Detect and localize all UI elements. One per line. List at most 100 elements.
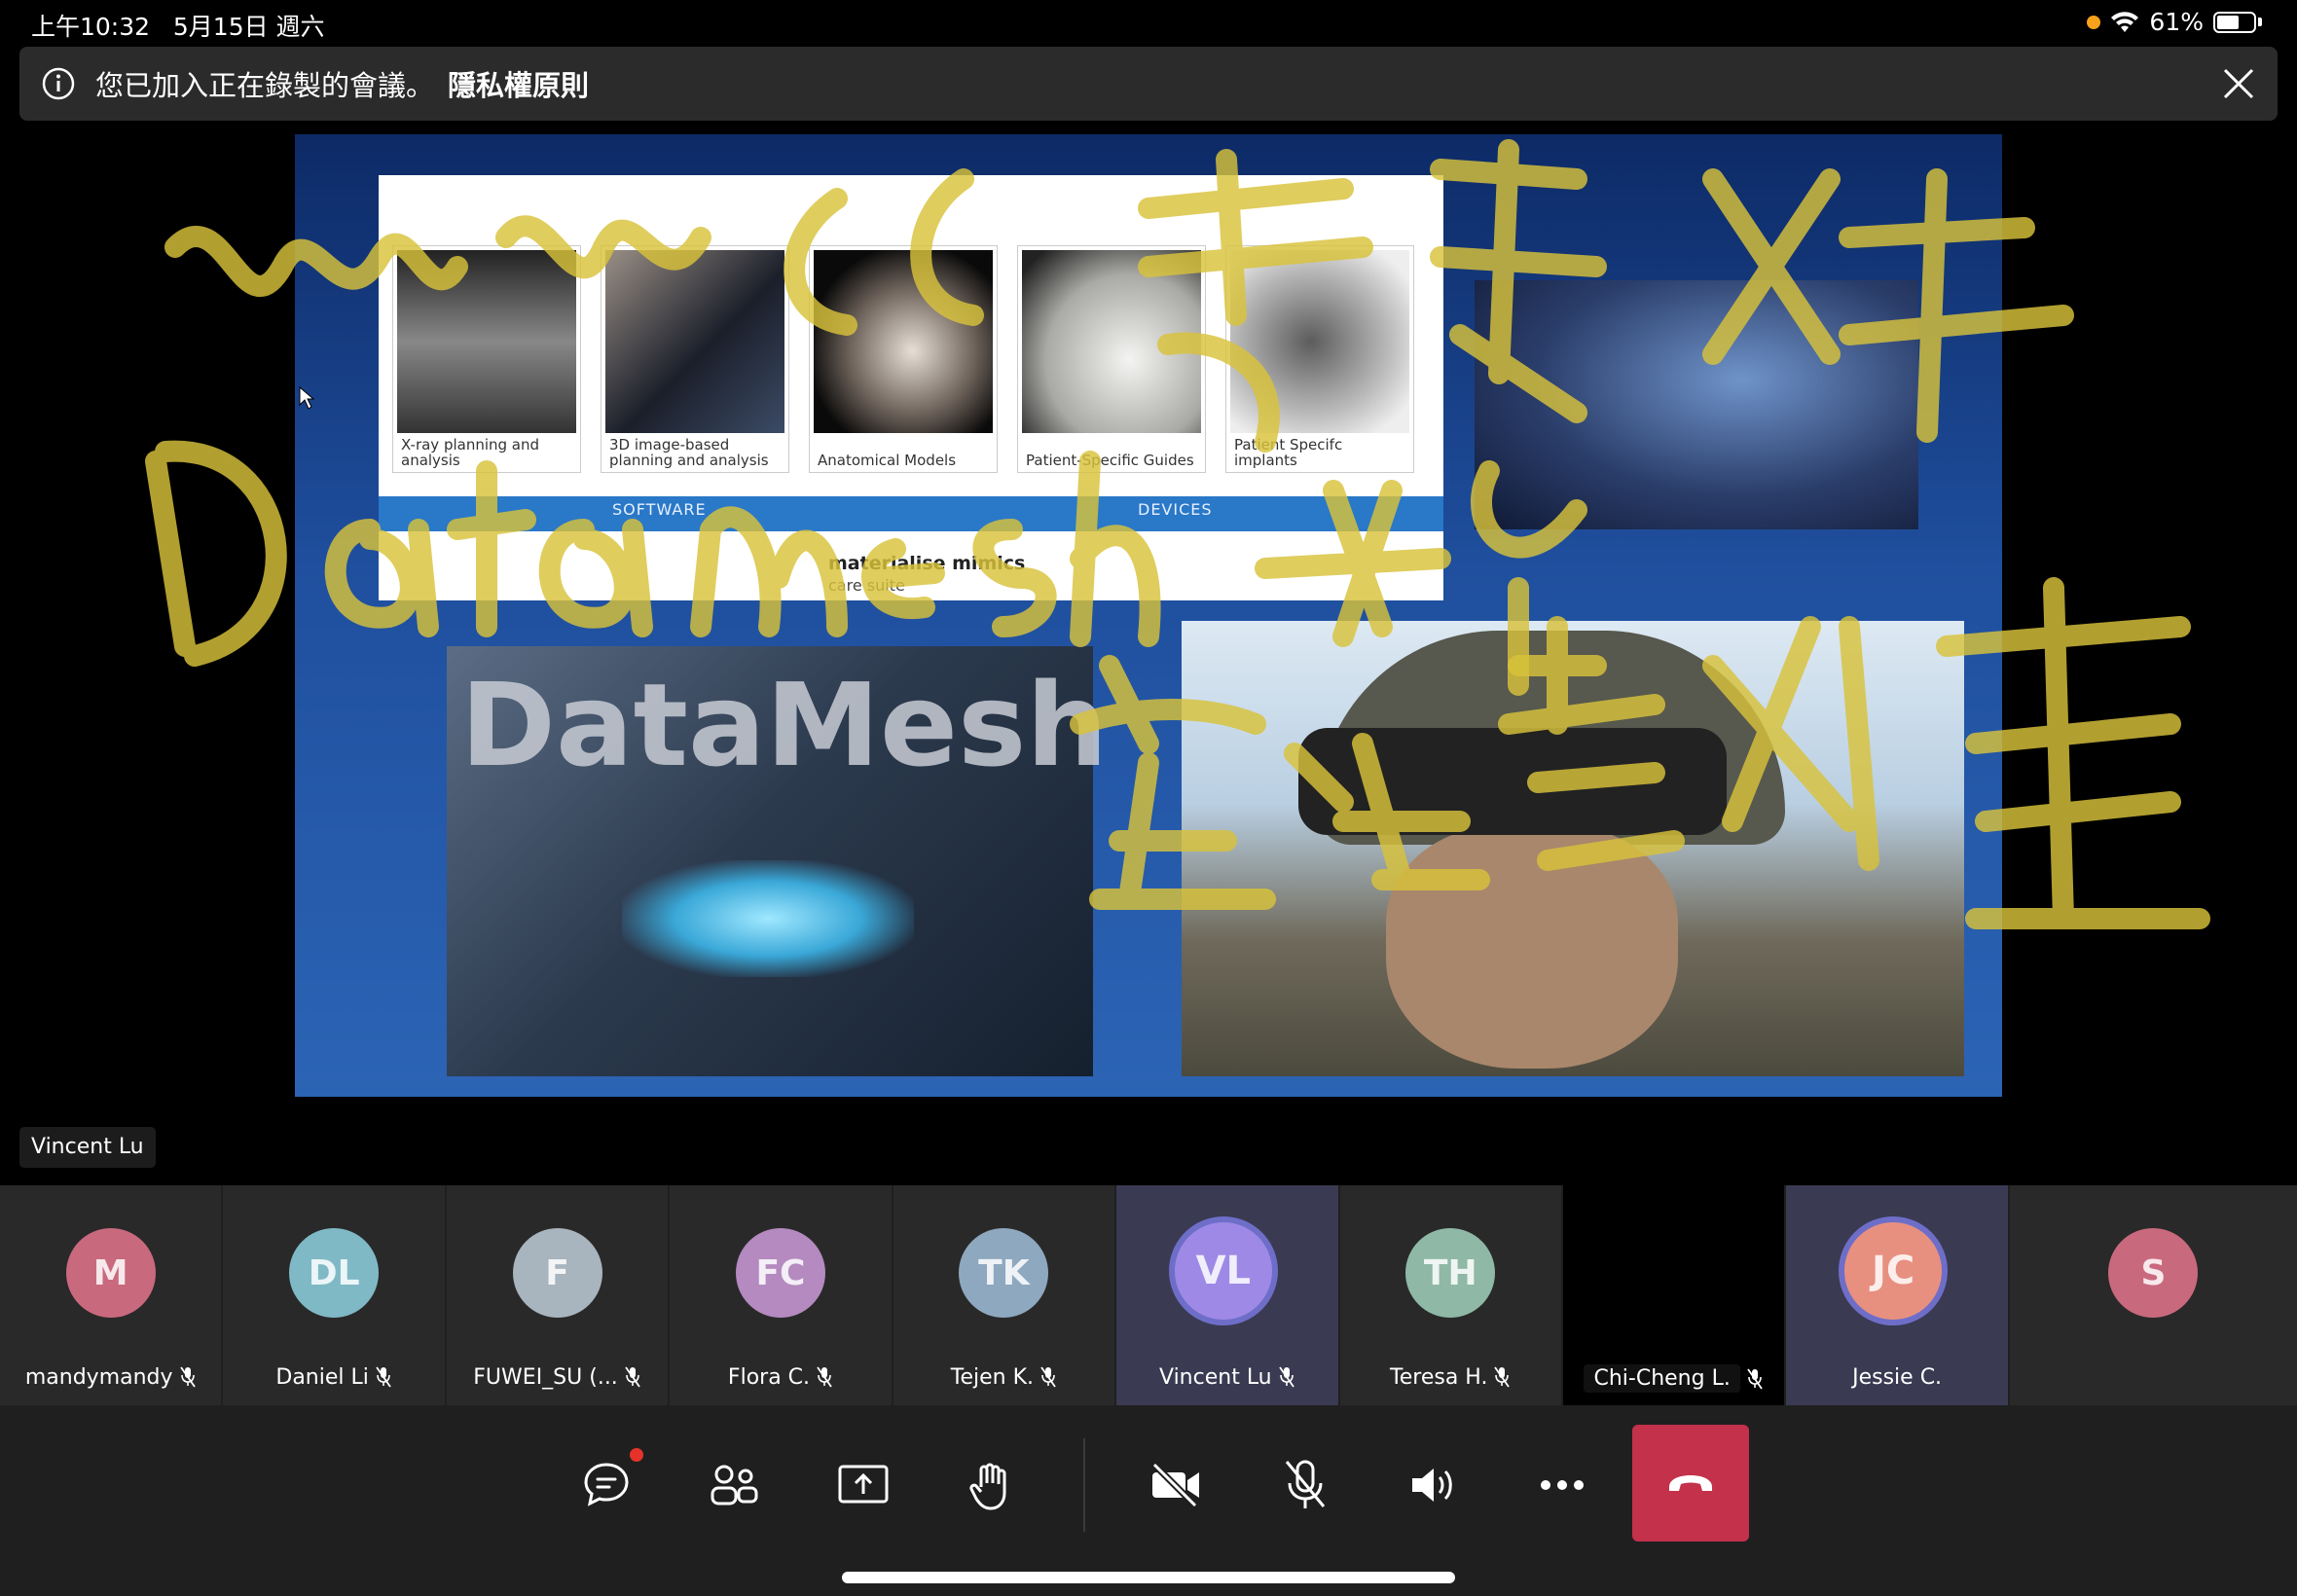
avatar: M <box>65 1228 156 1318</box>
battery-icon <box>2213 11 2256 33</box>
mouse-cursor-icon <box>299 385 315 410</box>
participant-name-row: Jessie C. <box>1786 1364 2007 1390</box>
participant-tile[interactable]: VL Vincent Lu <box>1116 1185 1338 1405</box>
participants-button[interactable] <box>676 1427 793 1543</box>
participant-name: Teresa H. <box>1390 1364 1488 1390</box>
recording-banner: 您已加入正在錄製的會議。 隱私權原則 <box>19 47 2278 121</box>
participant-tile[interactable]: S <box>2009 1185 2297 1405</box>
chat-button[interactable] <box>548 1427 665 1543</box>
participant-tile[interactable]: Chi-Cheng L. <box>1562 1185 1785 1405</box>
avatar: TK <box>959 1228 1049 1318</box>
participant-name: FUWEI_SU (... <box>473 1364 618 1390</box>
datamesh-photo: DataMesh <box>447 646 1108 1076</box>
participant-name: Tejen K. <box>950 1364 1035 1390</box>
more-icon <box>1541 1480 1584 1490</box>
xray-image <box>397 250 576 433</box>
mic-toggle-button[interactable] <box>1247 1427 1364 1543</box>
raise-hand-button[interactable] <box>933 1427 1050 1543</box>
status-bar: 上午10:32 5月15日 週六 61% <box>0 0 2297 47</box>
banner-message: 您已加入正在錄製的會議。 <box>95 69 435 102</box>
slide-tile: Anatomical Models <box>809 245 998 473</box>
avatar: VL <box>1168 1216 1278 1325</box>
wifi-icon <box>2111 11 2139 32</box>
participant-name-row: Chi-Cheng L. <box>1563 1364 1784 1393</box>
close-icon[interactable] <box>2219 64 2258 103</box>
camera-toggle-button[interactable] <box>1117 1427 1234 1543</box>
share-screen-button[interactable] <box>805 1427 922 1543</box>
ar-visor <box>1298 728 1727 835</box>
chat-icon <box>584 1463 629 1506</box>
battery-percent: 61% <box>2149 8 2204 36</box>
participant-name-row: FUWEI_SU (... <box>447 1364 668 1390</box>
participant-name: Chi-Cheng L. <box>1584 1364 1740 1393</box>
hologram-engine <box>622 860 914 977</box>
participants-icon <box>711 1465 758 1505</box>
more-options-button[interactable] <box>1504 1427 1621 1543</box>
slide-tile: Patient Specifc implants <box>1225 245 1414 473</box>
materialise-panel: X-ray planning and analysis 3D image-bas… <box>379 175 1443 600</box>
participant-tile[interactable]: F FUWEI_SU (... <box>446 1185 669 1405</box>
muted-mic-icon <box>1494 1366 1511 1388</box>
info-icon <box>42 67 75 100</box>
avatar: F <box>512 1228 602 1318</box>
slide-tile: 3D image-based planning and analysis <box>601 245 789 473</box>
call-toolbar <box>0 1409 2297 1596</box>
participant-tile[interactable]: JC Jessie C. <box>1786 1185 2008 1405</box>
devices-label: DEVICES <box>1138 500 1213 519</box>
tile-caption: Patient Specifc implants <box>1234 436 1343 469</box>
speaker-button[interactable] <box>1375 1427 1492 1543</box>
brand-subtitle: care suite <box>828 576 905 595</box>
software-label: SOFTWARE <box>612 500 707 519</box>
muted-mic-icon <box>1040 1366 1056 1388</box>
participant-tile[interactable]: TK Tejen K. <box>893 1185 1115 1405</box>
tile-caption: 3D image-based planning and analysis <box>609 436 769 469</box>
participant-name: Vincent Lu <box>1159 1364 1272 1390</box>
avatar: JC <box>1839 1216 1949 1325</box>
participants-strip[interactable]: Mmandymandy DL Daniel Li F FUWEI_SU (... FC Fl… <box>0 1185 2297 1409</box>
tile-caption: X-ray planning and analysis <box>401 436 540 469</box>
presentation-slide: X-ray planning and analysis 3D image-bas… <box>295 134 2002 1097</box>
hang-up-icon <box>1669 1475 1712 1491</box>
avatar: FC <box>735 1228 825 1318</box>
participant-name-row: Flora C. <box>670 1364 891 1390</box>
datamesh-logo-text: DataMesh <box>460 658 1109 792</box>
shared-screen: X-ray planning and analysis 3D image-bas… <box>0 121 2297 1185</box>
avatar: S <box>2108 1228 2199 1318</box>
mic-off-icon <box>1285 1460 1326 1508</box>
participant-tile[interactable]: Mmandymandy <box>0 1185 222 1405</box>
privacy-policy-link[interactable]: 隱私權原則 <box>448 63 589 104</box>
participant-tile[interactable]: TH Teresa H. <box>1339 1185 1561 1405</box>
home-indicator[interactable] <box>842 1572 1455 1583</box>
clock-time: 上午10:32 <box>31 13 151 41</box>
mic-in-use-indicator-icon <box>2087 15 2101 29</box>
status-indicators: 61% <box>2087 8 2262 36</box>
battery-cap <box>2258 18 2262 26</box>
brand-name: materialise mimics <box>828 553 1026 574</box>
muted-mic-icon <box>1747 1367 1763 1390</box>
participant-name-row: Tejen K. <box>893 1364 1114 1390</box>
tile-caption: Anatomical Models <box>818 452 957 469</box>
guide-image <box>1022 250 1201 433</box>
participant-name: mandymandy <box>24 1364 173 1390</box>
participant-name: Flora C. <box>727 1364 811 1390</box>
slide-tile: Patient-Specific Guides <box>1017 245 1206 473</box>
heart-model-image <box>814 250 993 433</box>
unread-badge <box>630 1448 643 1462</box>
speaker-icon <box>1412 1469 1452 1502</box>
muted-mic-icon <box>376 1366 391 1388</box>
participant-tile[interactable]: DL Daniel Li <box>223 1185 445 1405</box>
muted-mic-icon <box>1278 1366 1294 1388</box>
hang-up-button[interactable] <box>1632 1425 1749 1542</box>
avatar: TH <box>1405 1228 1496 1318</box>
raise-hand-icon <box>969 1463 1006 1510</box>
tile-caption: Patient-Specific Guides <box>1026 452 1194 469</box>
muted-mic-icon <box>625 1366 640 1388</box>
participant-name-row: Vincent Lu <box>1116 1364 1337 1390</box>
hololens-soldier-photo <box>1182 621 1964 1076</box>
avatar: DL <box>289 1228 380 1318</box>
participant-name: Jessie C. <box>1852 1364 1943 1390</box>
participant-name-row: Teresa H. <box>1340 1364 1561 1390</box>
participant-tile[interactable]: FC Flora C. <box>670 1185 892 1405</box>
clock-date: 5月15日 週六 <box>172 13 325 41</box>
participant-name-row: Daniel Li <box>223 1364 444 1390</box>
